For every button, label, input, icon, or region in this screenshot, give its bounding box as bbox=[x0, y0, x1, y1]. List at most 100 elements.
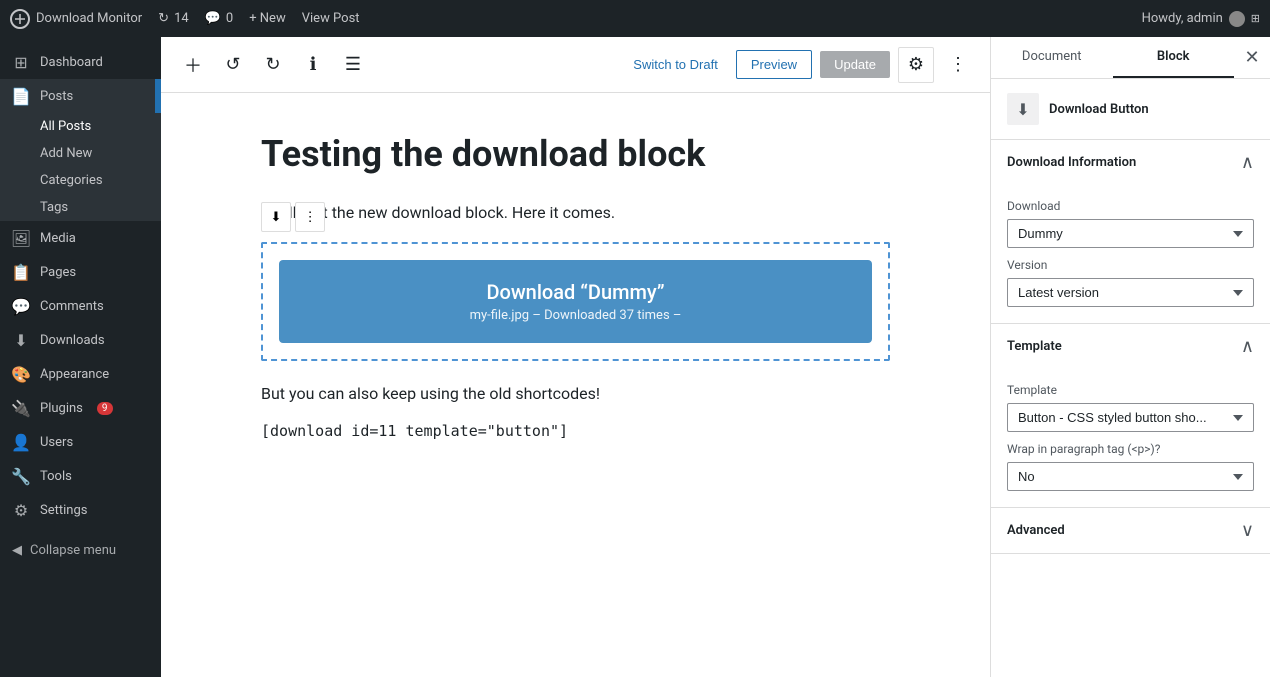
appearance-icon: 🎨 bbox=[12, 365, 30, 383]
more-icon: ⋮ bbox=[949, 54, 967, 75]
editor-toolbar: ＋ ↺ ↻ ℹ ☰ Switch to Draft Preview Update… bbox=[161, 37, 990, 93]
view-post-label: View Post bbox=[302, 11, 360, 26]
site-name: Download Monitor bbox=[36, 11, 142, 26]
sidebar-item-label: Settings bbox=[40, 503, 87, 518]
menu-arrow bbox=[155, 79, 161, 113]
sidebar-item-comments[interactable]: 💬 Comments bbox=[0, 289, 161, 323]
user-label: Howdy, admin bbox=[1142, 11, 1223, 26]
block-type-button[interactable]: ⬇ bbox=[261, 202, 291, 232]
sidebar-item-all-posts[interactable]: All Posts bbox=[0, 113, 161, 140]
undo-button[interactable]: ↺ bbox=[217, 49, 249, 81]
posts-submenu: All Posts Add New Categories Tags bbox=[0, 113, 161, 221]
tab-document[interactable]: Document bbox=[991, 37, 1113, 78]
advanced-section: Advanced ∨ bbox=[991, 508, 1270, 554]
redo-button[interactable]: ↻ bbox=[257, 49, 289, 81]
settings-button[interactable]: ⚙ bbox=[898, 47, 934, 83]
adminbar-revisions[interactable]: ↻ 14 bbox=[158, 11, 189, 26]
template-select[interactable]: Button - CSS styled button sho... bbox=[1007, 403, 1254, 432]
download-info-header[interactable]: Download Information ∧ bbox=[991, 140, 1270, 185]
sidebar-item-label: Plugins bbox=[40, 401, 83, 416]
sidebar-item-downloads[interactable]: ⬇ Downloads bbox=[0, 323, 161, 357]
download-button-title: Download “Dummy” bbox=[303, 280, 848, 304]
collapse-icon: ◀ bbox=[12, 543, 22, 558]
list-view-button[interactable]: ☰ bbox=[337, 49, 369, 81]
download-select[interactable]: Dummy bbox=[1007, 219, 1254, 248]
download-block-icon: ⬇ bbox=[271, 209, 282, 225]
advanced-toggle: ∨ bbox=[1241, 520, 1254, 541]
download-icon: ⬇ bbox=[1016, 100, 1029, 119]
post-title[interactable]: Testing the download block bbox=[261, 133, 890, 176]
adminbar-view-post[interactable]: View Post bbox=[302, 11, 360, 26]
template-section-header[interactable]: Template ∧ bbox=[991, 324, 1270, 369]
plugins-badge: 9 bbox=[97, 402, 113, 415]
download-button[interactable]: Download “Dummy” my-file.jpg – Downloade… bbox=[279, 260, 872, 343]
sidebar-item-appearance[interactable]: 🎨 Appearance bbox=[0, 357, 161, 391]
download-info-body: Download Dummy Version Latest version bbox=[991, 185, 1270, 323]
shortcode-text[interactable]: [download id=11 template="button"] bbox=[261, 422, 890, 440]
adminbar-user[interactable]: Howdy, admin ⊞ bbox=[1142, 11, 1260, 27]
switch-draft-button[interactable]: Switch to Draft bbox=[623, 51, 728, 78]
template-section-title: Template bbox=[1007, 339, 1062, 354]
block-type-icon: ⬇ bbox=[1007, 93, 1039, 125]
panel-body: ⬇ Download Button Download Information ∧… bbox=[991, 79, 1270, 677]
sidebar-item-posts[interactable]: 📄 Posts bbox=[0, 79, 161, 113]
sidebar-item-tags[interactable]: Tags bbox=[0, 194, 161, 221]
download-info-section: Download Information ∧ Download Dummy Ve… bbox=[991, 140, 1270, 324]
screen-options-icon: ⊞ bbox=[1251, 12, 1260, 25]
more-options-button[interactable]: ⋮ bbox=[942, 49, 974, 81]
advanced-section-header[interactable]: Advanced ∨ bbox=[991, 508, 1270, 553]
preview-button[interactable]: Preview bbox=[736, 50, 812, 79]
sidebar-item-tools[interactable]: 🔧 Tools bbox=[0, 459, 161, 493]
sidebar-item-label: Pages bbox=[40, 265, 76, 280]
plugins-icon: 🔌 bbox=[12, 399, 30, 417]
download-block-container: ⬇ ⋮ Download “Dummy” my-file.jpg – Downl… bbox=[261, 242, 890, 361]
sidebar-item-label: Posts bbox=[40, 89, 73, 104]
editor-content: Testing the download block st, I'll test… bbox=[161, 93, 990, 677]
tools-icon: 🔧 bbox=[12, 467, 30, 485]
version-label: Version bbox=[1007, 258, 1254, 272]
admin-bar: Download Monitor ↻ 14 💬 0 + New View Pos… bbox=[0, 0, 1270, 37]
sidebar-item-label: Comments bbox=[40, 299, 104, 314]
download-label: Download bbox=[1007, 199, 1254, 213]
more-options-icon: ⋮ bbox=[303, 209, 316, 225]
tab-block[interactable]: Block bbox=[1113, 37, 1235, 78]
sidebar-item-label: Downloads bbox=[40, 333, 105, 348]
block-more-button[interactable]: ⋮ bbox=[295, 202, 325, 232]
panel-close-button[interactable]: ✕ bbox=[1234, 40, 1270, 76]
wrap-select[interactable]: No bbox=[1007, 462, 1254, 491]
adminbar-logo[interactable]: Download Monitor bbox=[10, 9, 142, 29]
shortcode-intro[interactable]: But you can also keep using the old shor… bbox=[261, 381, 890, 407]
adminbar-new[interactable]: + New bbox=[249, 11, 286, 26]
sidebar-item-plugins[interactable]: 🔌 Plugins 9 bbox=[0, 391, 161, 425]
post-paragraph[interactable]: st, I'll test the new download block. He… bbox=[261, 200, 890, 226]
editor-area: ＋ ↺ ↻ ℹ ☰ Switch to Draft Preview Update… bbox=[161, 37, 990, 677]
version-select[interactable]: Latest version bbox=[1007, 278, 1254, 307]
sidebar-item-media[interactable]: 🖼 Media bbox=[0, 221, 161, 255]
block-controls: ⬇ ⋮ bbox=[261, 202, 325, 232]
sidebar-item-pages[interactable]: 📋 Pages bbox=[0, 255, 161, 289]
sidebar-item-dashboard[interactable]: ⊞ Dashboard bbox=[0, 45, 161, 79]
advanced-section-title: Advanced bbox=[1007, 523, 1065, 538]
settings-icon: ⚙ bbox=[12, 501, 30, 519]
info-button[interactable]: ℹ bbox=[297, 49, 329, 81]
sidebar-item-label: Appearance bbox=[40, 367, 109, 382]
collapse-menu[interactable]: ◀ Collapse menu bbox=[0, 535, 161, 566]
media-icon: 🖼 bbox=[12, 229, 30, 247]
sidebar-item-label: Media bbox=[40, 231, 76, 246]
sidebar-item-add-new[interactable]: Add New bbox=[0, 140, 161, 167]
collapse-label: Collapse menu bbox=[30, 543, 116, 558]
sidebar-item-users[interactable]: 👤 Users bbox=[0, 425, 161, 459]
revisions-icon: ↻ bbox=[158, 11, 169, 26]
adminbar-comments[interactable]: 💬 0 bbox=[205, 11, 234, 26]
sidebar-item-settings[interactable]: ⚙ Settings bbox=[0, 493, 161, 527]
sidebar-item-label: Dashboard bbox=[40, 55, 103, 70]
pages-icon: 📋 bbox=[12, 263, 30, 281]
sidebar-item-categories[interactable]: Categories bbox=[0, 167, 161, 194]
block-header: ⬇ Download Button bbox=[991, 79, 1270, 140]
add-block-button[interactable]: ＋ bbox=[177, 49, 209, 81]
wrap-label: Wrap in paragraph tag (<p>)? bbox=[1007, 442, 1254, 456]
downloads-icon: ⬇ bbox=[12, 331, 30, 349]
settings-icon: ⚙ bbox=[908, 54, 924, 75]
update-button[interactable]: Update bbox=[820, 51, 890, 78]
template-section: Template ∧ Template Button - CSS styled … bbox=[991, 324, 1270, 508]
